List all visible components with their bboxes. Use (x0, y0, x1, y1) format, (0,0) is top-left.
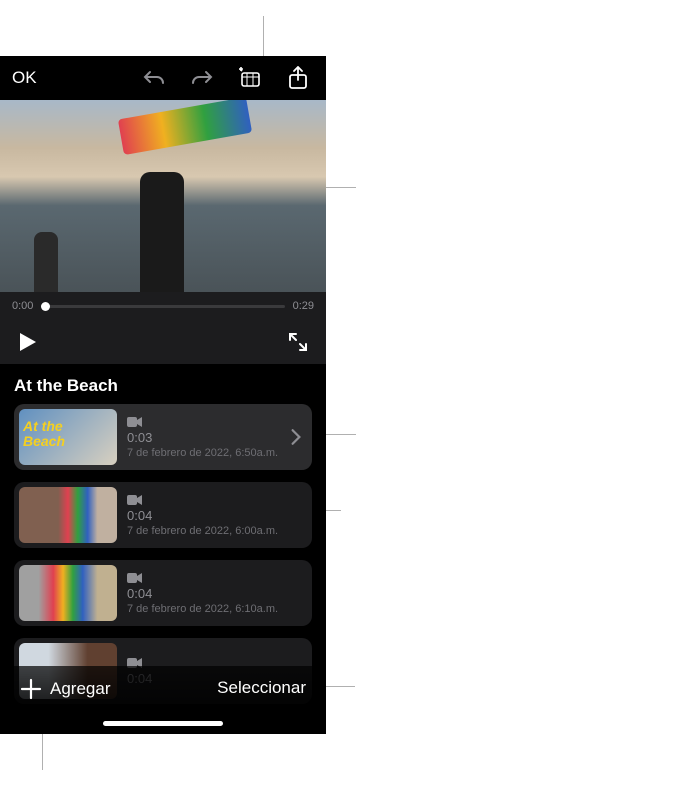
magic-effects-icon (238, 67, 262, 89)
current-time-label: 0:00 (12, 300, 33, 312)
clip-duration: 0:04 (127, 586, 302, 601)
scrubber-handle[interactable] (41, 302, 50, 311)
clip-duration: 0:04 (127, 508, 302, 523)
plus-icon (20, 678, 42, 700)
clip-duration: 0:03 (127, 430, 280, 445)
video-preview[interactable] (0, 100, 326, 292)
share-button[interactable] (286, 66, 310, 90)
clip-date: 7 de febrero de 2022, 6:00a.m. (127, 525, 302, 537)
effects-button[interactable] (238, 66, 262, 90)
clip-row[interactable]: 0:03 7 de febrero de 2022, 6:50a.m. (14, 404, 312, 470)
bottom-bar: Agregar Seleccionar (0, 666, 326, 734)
clip-thumbnail (19, 487, 117, 543)
callout-line (326, 187, 356, 188)
clip-row[interactable]: 0:04 7 de febrero de 2022, 6:00a.m. (14, 482, 312, 548)
top-toolbar: OK (0, 56, 326, 100)
kite-graphic (118, 100, 252, 155)
clip-metadata: 0:03 7 de febrero de 2022, 6:50a.m. (127, 416, 280, 459)
chevron-right-icon (290, 428, 302, 446)
share-icon (288, 66, 308, 90)
playback-bar: 0:00 0:29 (0, 292, 326, 320)
ok-button[interactable]: OK (12, 68, 57, 88)
clip-metadata: 0:04 7 de febrero de 2022, 6:00a.m. (127, 494, 302, 537)
app-window: OK 0:00 0:29 (0, 56, 326, 734)
clip-date: 7 de febrero de 2022, 6:10a.m. (127, 603, 302, 615)
clip-date: 7 de febrero de 2022, 6:50a.m. (127, 447, 280, 459)
playback-controls (0, 320, 326, 364)
clip-metadata: 0:04 7 de febrero de 2022, 6:10a.m. (127, 572, 302, 615)
scrubber-track[interactable] (41, 305, 284, 308)
add-button-label: Agregar (50, 679, 110, 699)
clip-thumbnail (19, 565, 117, 621)
select-button[interactable]: Seleccionar (217, 678, 306, 698)
undo-icon (143, 69, 165, 87)
clip-row[interactable]: 0:04 7 de febrero de 2022, 6:10a.m. (14, 560, 312, 626)
play-icon (20, 333, 36, 351)
home-indicator (103, 721, 223, 726)
expand-icon (289, 333, 307, 351)
person-graphic (34, 232, 58, 292)
undo-button[interactable] (142, 66, 166, 90)
fullscreen-button[interactable] (284, 328, 312, 356)
add-button[interactable]: Agregar (20, 678, 110, 700)
play-button[interactable] (14, 328, 42, 356)
person-graphic (140, 172, 184, 292)
video-icon (127, 572, 143, 584)
redo-button[interactable] (190, 66, 214, 90)
video-icon (127, 416, 143, 428)
total-time-label: 0:29 (293, 300, 314, 312)
redo-icon (191, 69, 213, 87)
video-icon (127, 494, 143, 506)
clip-thumbnail (19, 409, 117, 465)
project-title: At the Beach (0, 364, 326, 404)
